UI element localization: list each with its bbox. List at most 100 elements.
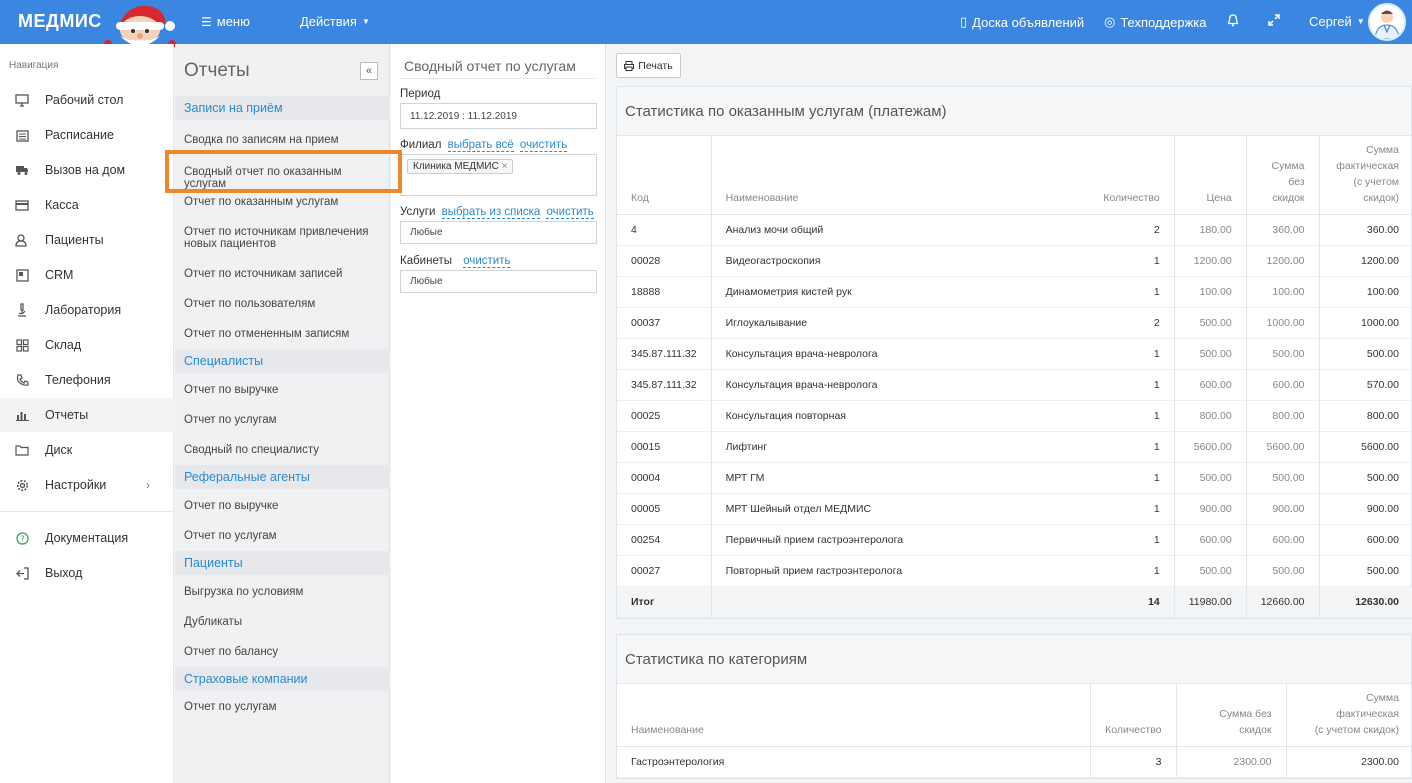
period-input[interactable]: 11.12.2019 : 11.12.2019 <box>400 103 597 129</box>
report-item[interactable]: Дубликаты <box>184 616 384 628</box>
microscope-icon <box>15 303 29 317</box>
report-item[interactable]: Отчет по источникам записей <box>184 268 384 280</box>
report-item[interactable]: Отчет по пользователям <box>184 298 384 310</box>
col-qty[interactable]: Количество <box>1088 136 1175 215</box>
report-item[interactable]: Отчет по выручке <box>184 384 384 396</box>
cell-name: МРТ Шейный отдел МЕДМИС <box>710 493 1089 525</box>
report-item[interactable]: Выгрузка по условиям <box>184 586 384 598</box>
nav-item-warehouse[interactable]: Склад <box>0 328 174 362</box>
nav-item-documentation[interactable]: ? Документация <box>0 521 174 555</box>
report-item[interactable]: Отчет по источникам привлечения новых па… <box>184 226 384 250</box>
select-all-link[interactable]: выбрать всё <box>447 139 514 152</box>
cell-price: 900.00 <box>1173 493 1247 525</box>
nav-item-crm[interactable]: CRM <box>0 258 174 292</box>
clear-branch-link[interactable]: очистить <box>519 139 568 152</box>
report-content: Печать Статистика по оказанным услугам (… <box>607 44 1412 783</box>
col-category-qty[interactable]: Количество <box>1089 684 1176 747</box>
nav-label: Лаборатория <box>45 303 122 317</box>
col-code[interactable]: Код <box>617 136 712 215</box>
report-item[interactable]: Отчет по услугам <box>184 701 384 713</box>
report-item[interactable]: Отчет по балансу <box>184 646 384 658</box>
nav-item-disk[interactable]: Диск <box>0 433 174 467</box>
nav-item-reports[interactable]: Отчеты <box>0 398 174 432</box>
report-item[interactable]: Сводный по специалисту <box>184 444 384 456</box>
fullscreen-button[interactable] <box>1268 14 1280 26</box>
cabinets-input[interactable]: Любые <box>400 270 597 293</box>
actions-dropdown[interactable]: Действия ▼ <box>300 14 370 29</box>
branch-select[interactable]: Клиника МЕДМИС × <box>400 154 597 196</box>
report-item[interactable]: Отчет по услугам <box>184 530 384 542</box>
total-spacer <box>710 586 1089 618</box>
cell-sum-nodiscount: 500.00 <box>1245 338 1320 370</box>
select-from-list-link[interactable]: выбрать из списка <box>441 206 541 219</box>
collapse-button[interactable]: « <box>360 62 378 80</box>
truck-icon <box>15 163 29 177</box>
col-category-sum-nodiscount[interactable]: Сумма без скидок <box>1175 684 1286 747</box>
support-label: Техподдержка <box>1120 14 1207 30</box>
cell-sum-nodiscount: 100.00 <box>1245 276 1320 308</box>
nav-item-home-visit[interactable]: Вызов на дом <box>0 153 174 187</box>
user-menu[interactable]: Сергей ▼ <box>1309 14 1365 29</box>
col-category-sum-actual[interactable]: Сумма фактическая (с учетом скидок) <box>1285 684 1412 747</box>
cell-code: 00037 <box>617 307 712 339</box>
table-row: 00025 Консультация повторная 1 800.00 800.00… <box>617 400 1412 432</box>
header-line: фактическая <box>1336 707 1399 720</box>
report-item[interactable]: Отчет по услугам <box>184 414 384 426</box>
cell-qty: 1 <box>1088 338 1175 370</box>
header-line: (с учетом <box>1353 175 1399 188</box>
header-line: скидок <box>1239 723 1272 736</box>
credit-card-icon <box>15 198 29 212</box>
cell-code: 00004 <box>617 462 712 494</box>
bell-icon <box>1227 14 1239 27</box>
cell-sum-actual: 900.00 <box>1318 493 1412 525</box>
nav-item-settings[interactable]: Настройки › <box>0 468 174 502</box>
report-item[interactable]: Отчет по оказанным услугам <box>184 196 384 208</box>
cell-qty: 1 <box>1088 524 1175 556</box>
nav-item-laboratory[interactable]: Лаборатория <box>0 293 174 327</box>
cell-name: Иглоукалывание <box>710 307 1089 339</box>
user-name: Сергей <box>1309 14 1352 29</box>
col-sum-nodiscount[interactable]: Сумма без скидок <box>1245 136 1320 215</box>
nav-item-logout[interactable]: Выход <box>0 556 174 590</box>
report-item[interactable]: Отчет по отмененным записям <box>184 328 384 340</box>
nav-item-schedule[interactable]: Расписание <box>0 118 174 152</box>
cabinets-label: Кабинеты <box>400 255 453 267</box>
print-button[interactable]: Печать <box>616 53 681 78</box>
report-item[interactable]: Сводка по записям на прием <box>184 134 384 146</box>
app-logo[interactable]: МЕДМИС <box>18 11 102 32</box>
avatar[interactable] <box>1368 3 1406 41</box>
support-link[interactable]: ◎ Техподдержка <box>1104 14 1207 30</box>
notifications-button[interactable] <box>1227 14 1239 27</box>
caret-down-icon: ▼ <box>361 17 370 26</box>
header-line: Сумма <box>1366 143 1399 156</box>
selection-highlight <box>165 150 402 193</box>
expand-icon <box>1268 14 1280 26</box>
cell-code: 345.87.111.32 <box>617 369 712 401</box>
clear-cabinets-link[interactable]: очистить <box>463 255 511 268</box>
total-label: Итог <box>617 586 712 618</box>
nav-item-dashboard[interactable]: Рабочий стол <box>0 83 174 117</box>
nav-item-cashbox[interactable]: Касса <box>0 188 174 222</box>
col-sum-actual[interactable]: Сумма фактическая (с учетом скидок) <box>1318 136 1412 215</box>
services-input[interactable]: Любые <box>400 221 597 244</box>
nav-item-patients[interactable]: Пациенты <box>0 223 174 257</box>
nav-label: Рабочий стол <box>45 93 124 107</box>
branch-tag[interactable]: Клиника МЕДМИС × <box>407 159 514 174</box>
col-category-name[interactable]: Наименование <box>617 684 1090 747</box>
cell-code: 00025 <box>617 400 712 432</box>
cell-sum-nodiscount: 800.00 <box>1245 400 1320 432</box>
clear-services-link[interactable]: очистить <box>546 206 594 219</box>
cell-qty: 1 <box>1088 555 1175 587</box>
remove-tag-icon[interactable]: × <box>502 161 508 172</box>
nav-label: Расписание <box>45 128 114 142</box>
report-item[interactable]: Отчет по выручке <box>184 500 384 512</box>
cell-sum-nodiscount: 600.00 <box>1245 524 1320 556</box>
header-line: скидок) <box>1363 191 1399 204</box>
board-link[interactable]: ▯ Доска объявлений <box>960 14 1084 30</box>
menu-button[interactable]: ☰ меню <box>201 14 250 29</box>
col-price[interactable]: Цена <box>1173 136 1247 215</box>
col-name[interactable]: Наименование <box>710 136 1089 215</box>
nav-label: Вызов на дом <box>45 163 126 177</box>
nav-item-telephony[interactable]: Телефония <box>0 363 174 397</box>
group-insurance: Страховые компании <box>175 667 390 691</box>
